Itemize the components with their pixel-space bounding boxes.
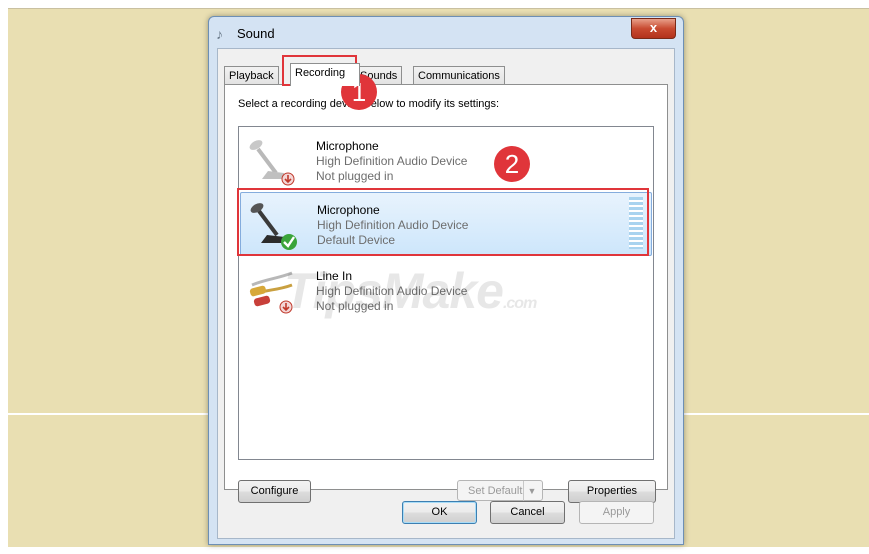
- device-description: High Definition Audio Device: [316, 154, 468, 168]
- title-bar: ♪ Sound x: [209, 17, 683, 49]
- apply-button: Apply: [579, 501, 654, 524]
- cancel-button[interactable]: Cancel: [490, 501, 565, 524]
- watermark-text: TipsMake: [284, 263, 504, 319]
- window-title: Sound: [237, 26, 275, 41]
- microphone-icon: [249, 140, 295, 186]
- list-item[interactable]: Microphone High Definition Audio Device …: [240, 129, 650, 191]
- selected-device-highlight: [237, 188, 649, 256]
- watermark-suffix: .com: [502, 295, 537, 312]
- properties-button[interactable]: Properties: [568, 480, 656, 503]
- set-default-label: Set Default: [468, 485, 523, 497]
- close-button[interactable]: x: [631, 18, 676, 39]
- tab-recording[interactable]: Recording: [290, 63, 360, 86]
- watermark: TipsMake.com: [284, 262, 537, 320]
- speaker-icon: ♪: [216, 26, 223, 42]
- tab-playback[interactable]: Playback: [224, 66, 279, 85]
- configure-button[interactable]: Configure: [238, 480, 311, 503]
- dropdown-arrow-icon: ▼: [523, 481, 540, 502]
- set-default-button: Set Default ▼: [457, 480, 543, 502]
- device-status: Not plugged in: [316, 169, 394, 183]
- tab-communications[interactable]: Communications: [413, 66, 505, 85]
- step-2-badge: 2: [494, 146, 530, 182]
- ok-button[interactable]: OK: [402, 501, 477, 524]
- device-name: Microphone: [316, 139, 379, 153]
